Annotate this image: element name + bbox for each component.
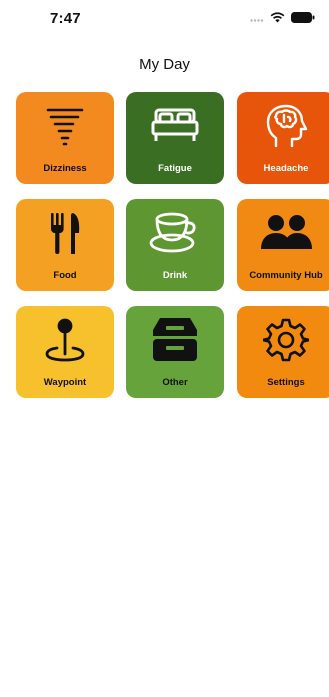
food-tile[interactable]: Food [16,199,114,291]
wifi-icon [270,12,285,23]
battery-icon [291,12,315,23]
status-bar: 7:47 [0,0,329,40]
gear-icon [237,314,329,366]
cup-icon [126,207,224,259]
bed-icon [126,100,224,152]
tile-label: Community Hub [249,270,323,281]
status-time: 7:47 [50,10,81,27]
page-title: My Day [139,56,190,73]
status-icons [250,12,315,23]
tile-label: Drink [162,270,188,281]
brain-head-icon [237,100,329,152]
fatigue-tile[interactable]: Fatigue [126,92,224,184]
tray-icon [126,314,224,366]
tile-label: Other [162,377,188,388]
tile-label: Food [53,270,77,281]
tile-label: Dizziness [43,163,87,174]
headache-tile[interactable]: Headache [237,92,329,184]
tile-label: Waypoint [43,377,87,388]
app-screen: 7:47 My Day Dizziness Fatigue Headache F… [0,0,329,697]
tile-label: Headache [263,163,309,174]
people-icon [237,207,329,259]
tile-label: Settings [267,377,305,388]
drink-tile[interactable]: Drink [126,199,224,291]
dizziness-tile[interactable]: Dizziness [16,92,114,184]
community-hub-tile[interactable]: Community Hub [237,199,329,291]
fork-knife-icon [16,207,114,259]
tile-label: Fatigue [158,163,192,174]
settings-tile[interactable]: Settings [237,306,329,398]
other-tile[interactable]: Other [126,306,224,398]
waypoint-tile[interactable]: Waypoint [16,306,114,398]
cellular-signal-icon [250,18,264,22]
map-pin-icon [16,314,114,366]
tornado-icon [16,100,114,152]
